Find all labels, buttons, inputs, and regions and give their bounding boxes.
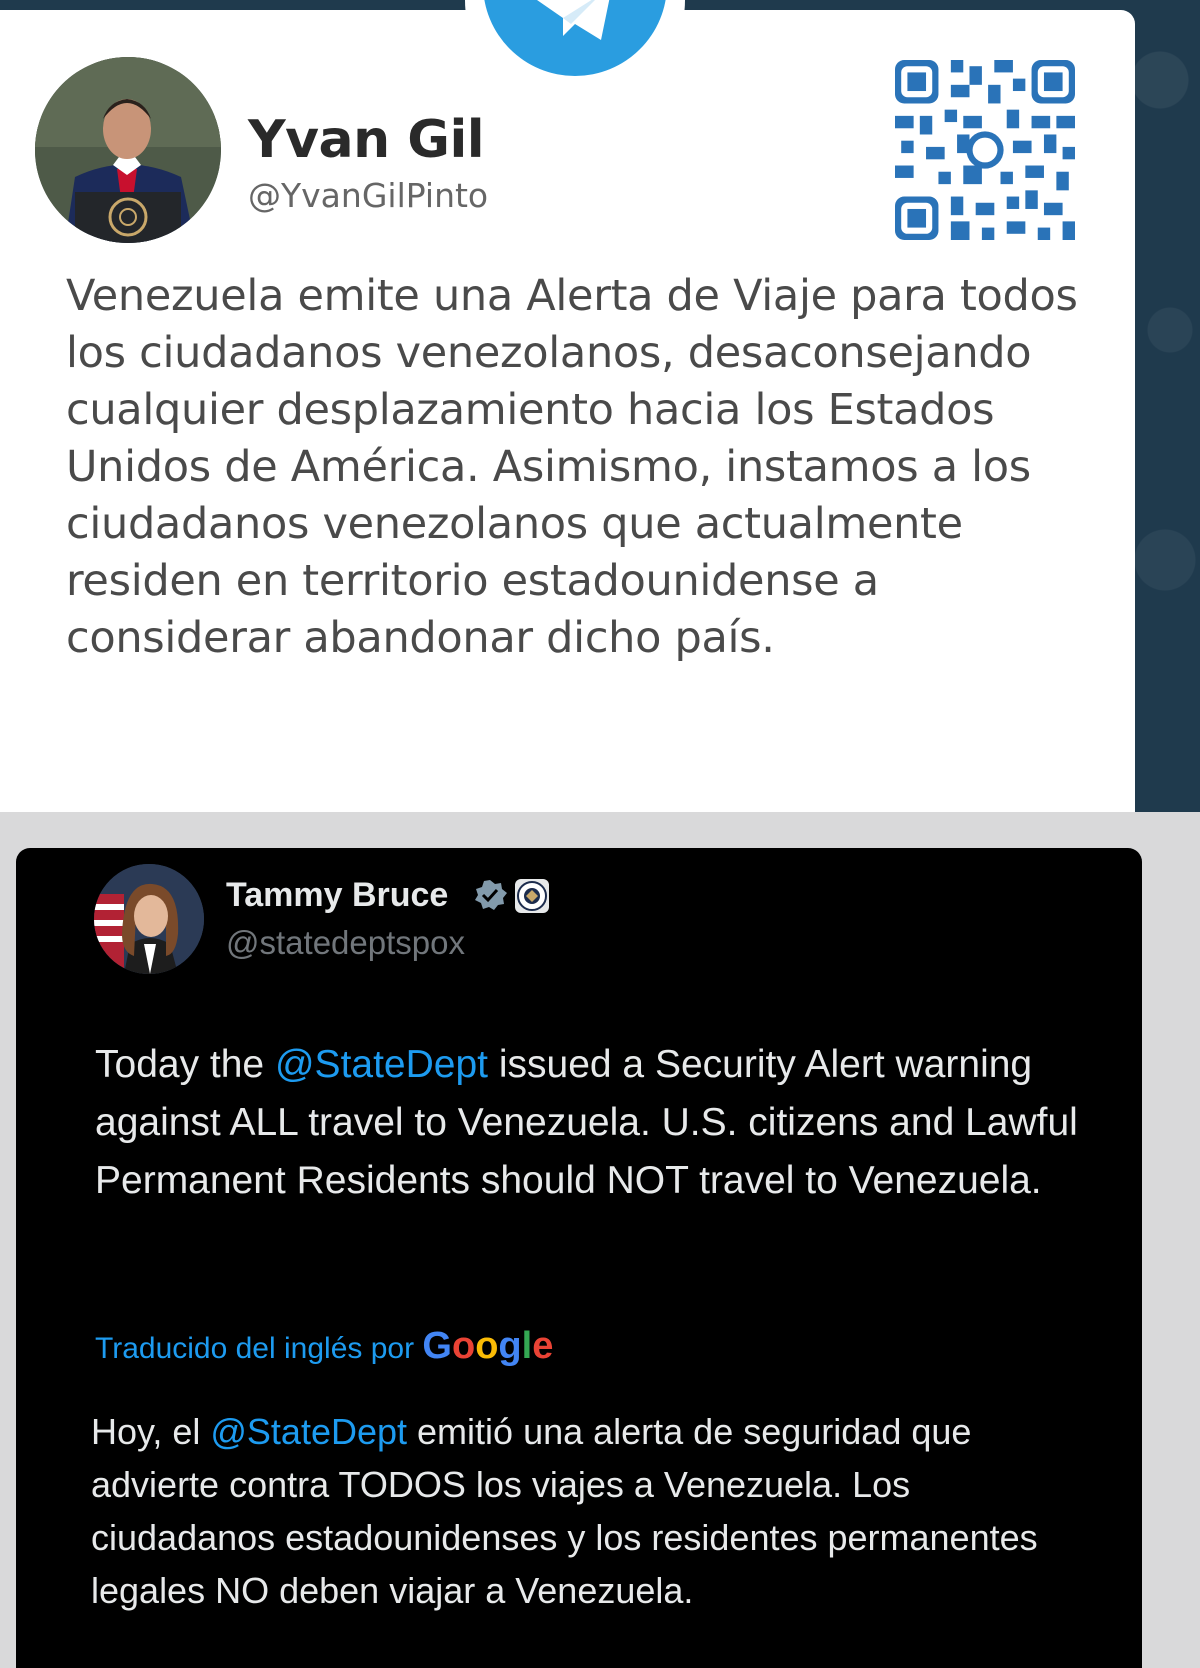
post-body: Venezuela emite una Alerta de Viaje para… bbox=[66, 271, 1078, 663]
mention-link[interactable]: @StateDept bbox=[275, 1043, 488, 1086]
translated-tweet-body: Hoy, el @StateDept emitió una alerta de … bbox=[91, 1405, 1101, 1617]
tweet-body-prefix: Today the bbox=[95, 1043, 275, 1086]
google-logo: Google bbox=[422, 1325, 554, 1367]
author-handle: @YvanGilPinto bbox=[248, 176, 489, 215]
verification-badges bbox=[475, 879, 549, 913]
avatar-yvan-gil[interactable] bbox=[35, 57, 221, 243]
telegram-badge bbox=[465, 0, 685, 110]
state-department-seal-icon bbox=[515, 879, 549, 913]
verified-badge-icon bbox=[475, 880, 507, 910]
mention-link[interactable]: @StateDept bbox=[210, 1411, 407, 1452]
qr-code-icon[interactable] bbox=[895, 60, 1075, 240]
author-handle: @statedeptspox bbox=[226, 924, 465, 961]
translation-prefix: Hoy, el bbox=[91, 1411, 211, 1452]
yvan-gil-post-card: Yvan Gil @YvanGilPinto Venezuela emite u… bbox=[0, 0, 1135, 812]
translated-label-text: Traducido del inglés por bbox=[95, 1332, 423, 1365]
author-name: Yvan Gil bbox=[248, 110, 485, 170]
author-name: Tammy Bruce bbox=[226, 876, 449, 914]
avatar-tammy-bruce[interactable] bbox=[94, 864, 204, 974]
telegram-logo-icon bbox=[537, 0, 610, 40]
tweet-body: Today the @StateDept issued a Security A… bbox=[95, 1036, 1105, 1210]
translated-by-label[interactable]: Traducido del inglés por Google bbox=[95, 1325, 553, 1368]
